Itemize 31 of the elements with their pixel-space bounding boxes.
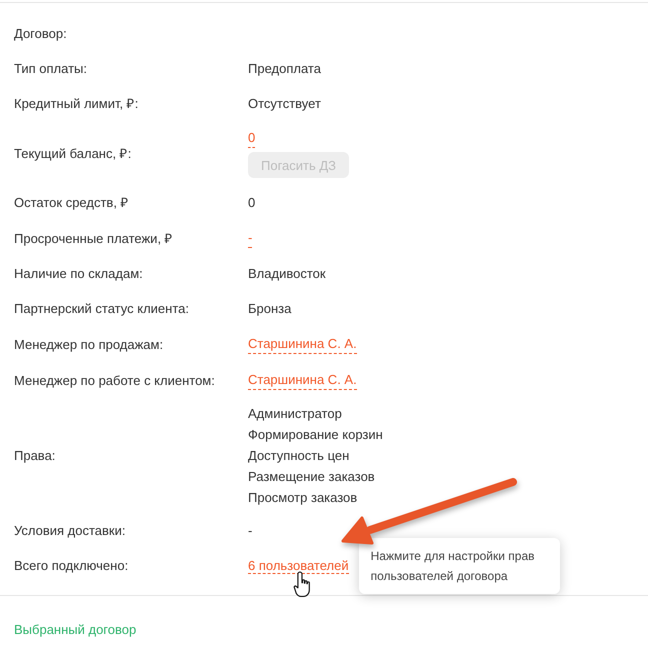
field-label: Менеджер по работе с клиентом: xyxy=(14,372,215,390)
value-link[interactable]: Старшинина С. А. xyxy=(248,370,357,390)
field-label: Остаток средств, ₽ xyxy=(14,194,129,212)
field-label: Права: xyxy=(14,447,56,465)
field-label: Всего подключено: xyxy=(14,557,128,575)
field-value: Бронза xyxy=(248,300,292,318)
value-link[interactable]: - xyxy=(248,228,252,248)
field-label: Условия доставки: xyxy=(14,522,126,540)
permission-item: Просмотр заказов xyxy=(248,489,358,507)
field-value: Владивосток xyxy=(248,265,326,283)
hand-cursor-icon xyxy=(293,571,313,598)
permission-item: Размещение заказов xyxy=(248,468,375,486)
permission-item: Администратор xyxy=(248,405,342,423)
permission-item: Формирование корзин xyxy=(248,426,383,444)
field-label: Наличие по складам: xyxy=(14,265,143,283)
field-value: 0 xyxy=(248,194,256,212)
field-label: Партнерский статус клиента: xyxy=(14,300,189,318)
field-label: Кредитный лимит, ₽: xyxy=(14,95,138,113)
permission-item: Доступность цен xyxy=(248,447,350,465)
field-label: Тип оплаты: xyxy=(14,60,87,78)
hint-tooltip: Нажмите для настройки прав пользователей договора xyxy=(358,538,560,594)
value-link[interactable]: Старшинина С. А. xyxy=(248,334,357,354)
field-value: Предоплата xyxy=(248,60,321,78)
field-value: - xyxy=(248,522,252,540)
field-label: Просроченные платежи, ₽ xyxy=(14,230,173,248)
field-value: Отсутствует xyxy=(248,95,321,113)
selected-contract-link[interactable]: Выбранный договор xyxy=(14,622,136,637)
value-link[interactable]: 0 xyxy=(248,128,256,148)
field-label: Договор: xyxy=(14,25,67,43)
field-label: Текущий баланс, ₽: xyxy=(14,144,132,162)
field-label: Менеджер по продажам: xyxy=(14,336,164,354)
